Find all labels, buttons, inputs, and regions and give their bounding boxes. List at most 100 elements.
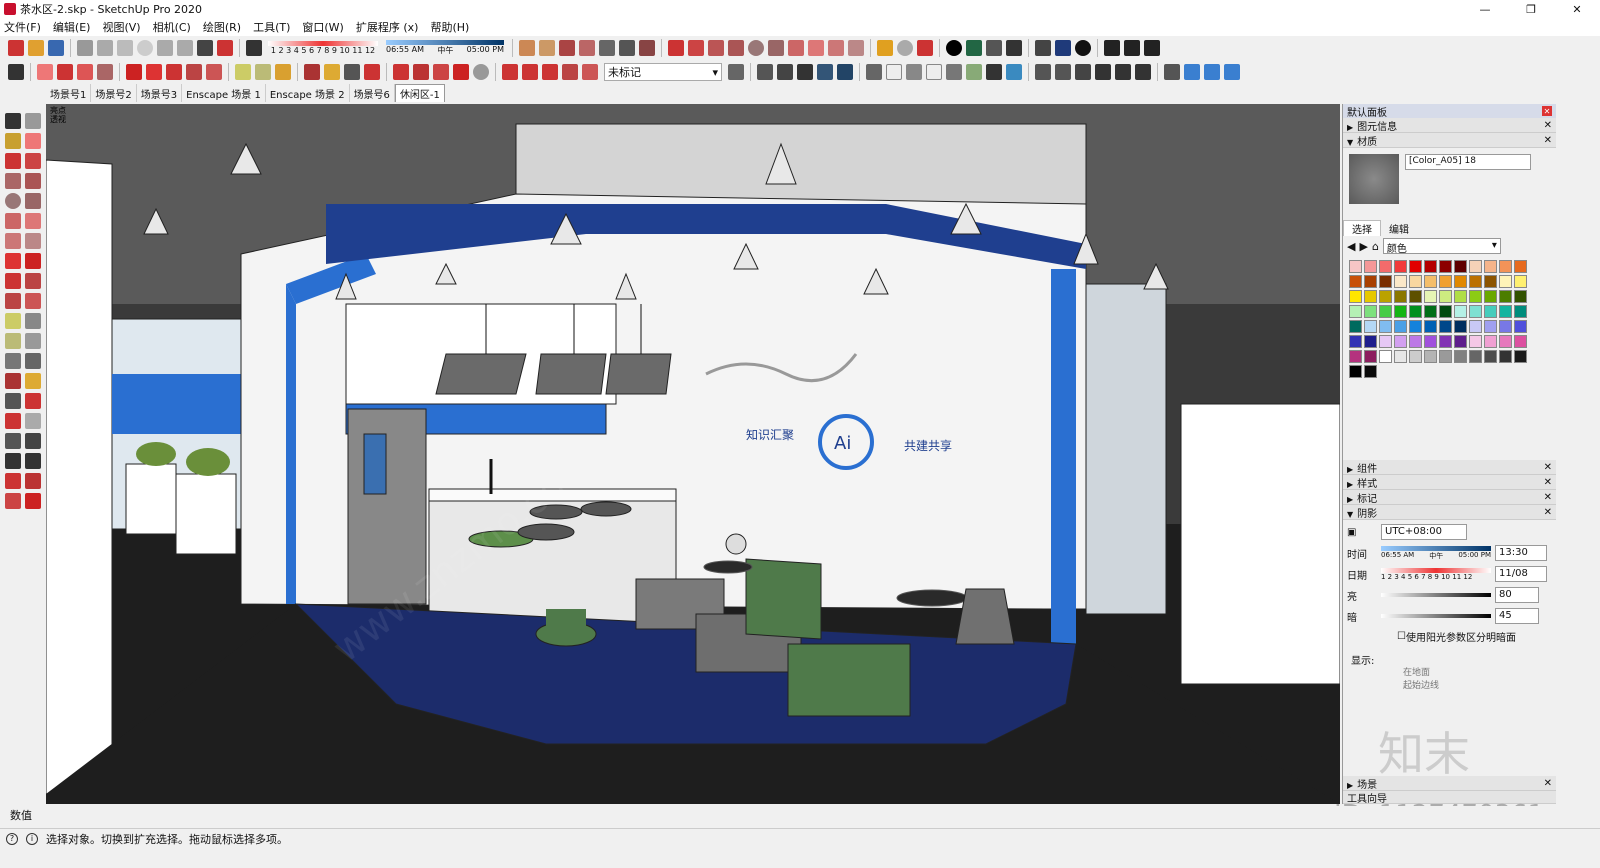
user-icon[interactable] [473, 64, 489, 80]
freehand-tool-icon[interactable] [25, 153, 41, 169]
shadow-toggle-icon[interactable]: ▣ [1347, 527, 1381, 538]
polygon-icon[interactable] [768, 40, 784, 56]
layers-icon[interactable] [728, 64, 744, 80]
select-icon[interactable] [8, 64, 24, 80]
color-swatch[interactable] [1469, 290, 1482, 303]
eraser-icon[interactable] [37, 64, 53, 80]
color-swatch[interactable] [1454, 260, 1467, 273]
sun-checkbox[interactable]: ☐ [1397, 631, 1406, 642]
light-field[interactable]: 80 [1495, 587, 1539, 603]
color-swatch[interactable] [1484, 320, 1497, 333]
zoom-left-tool-icon[interactable] [5, 393, 21, 409]
tab-select[interactable]: 选择 [1343, 220, 1381, 236]
front-view-icon[interactable] [599, 40, 615, 56]
color-swatch[interactable] [1469, 350, 1482, 363]
light-slider[interactable] [1381, 593, 1491, 597]
menu-edit[interactable]: 编辑(E) [53, 19, 91, 35]
tray-close-icon[interactable]: ✕ [1542, 106, 1552, 116]
plugin-model-icon[interactable] [1144, 40, 1160, 56]
model-info-icon[interactable] [217, 40, 233, 56]
menu-draw[interactable]: 绘图(R) [203, 19, 241, 35]
section-close-icon[interactable]: ✕ [1544, 135, 1552, 146]
menu-view[interactable]: 视图(V) [102, 19, 140, 35]
circle-tool-icon[interactable] [5, 193, 21, 209]
shape-tool-icon[interactable] [97, 64, 113, 80]
shadows-section[interactable]: ▼ 阴影 ✕ [1343, 505, 1556, 520]
color-swatch[interactable] [1364, 350, 1377, 363]
rotate-icon[interactable] [166, 64, 182, 80]
copy-icon[interactable] [97, 40, 113, 56]
color-swatch[interactable] [1424, 350, 1437, 363]
info-icon[interactable] [1075, 40, 1091, 56]
three-point-arc-icon[interactable] [828, 40, 844, 56]
push-pull-icon[interactable] [126, 64, 142, 80]
offset-left-tool-icon[interactable] [25, 293, 41, 309]
sandbox4-left-tool-icon[interactable] [25, 493, 41, 509]
color-swatch[interactable] [1499, 350, 1512, 363]
tape-measure-icon[interactable] [235, 64, 251, 80]
section-toggle-icon[interactable] [1164, 64, 1180, 80]
sandbox3-left-tool-icon[interactable] [5, 493, 21, 509]
menu-tools[interactable]: 工具(T) [253, 19, 290, 35]
shaded-textures-icon[interactable] [886, 64, 902, 80]
color-swatch[interactable] [1364, 305, 1377, 318]
sandbox2-left-tool-icon[interactable] [25, 473, 41, 489]
color-swatch[interactable] [1409, 260, 1422, 273]
follow-me-icon[interactable] [562, 64, 578, 80]
smoove-icon[interactable] [433, 64, 449, 80]
position-camera-left-tool-icon[interactable] [5, 433, 21, 449]
color-swatch[interactable] [1514, 290, 1527, 303]
menu-window[interactable]: 窗口(W) [302, 19, 343, 35]
color-swatch[interactable] [1484, 335, 1497, 348]
previous-view-left-tool-icon[interactable] [25, 413, 41, 429]
line-tool-icon[interactable] [5, 153, 21, 169]
tab-lounge-1[interactable]: 休闲区-1 [394, 84, 445, 102]
color-swatch[interactable] [1409, 320, 1422, 333]
shadow-toggle-icon[interactable] [246, 40, 262, 56]
face-style-4-icon[interactable] [966, 64, 982, 80]
sandbox-scratch-icon[interactable] [413, 64, 429, 80]
arc-tool-icon[interactable] [77, 64, 93, 80]
color-swatch[interactable] [1379, 305, 1392, 318]
components-section[interactable]: ▶ 组件 ✕ [1343, 460, 1556, 475]
color-swatch[interactable] [1349, 305, 1362, 318]
color-swatch[interactable] [1349, 320, 1362, 333]
iso-view-icon[interactable] [559, 40, 575, 56]
color-swatch[interactable] [1439, 275, 1452, 288]
rot-rect-tool-icon[interactable] [25, 173, 41, 189]
color-swatch[interactable] [1364, 290, 1377, 303]
make-component-icon[interactable] [25, 113, 41, 129]
offset-icon[interactable] [206, 64, 222, 80]
circle-icon[interactable] [748, 40, 764, 56]
enscape-settings-icon[interactable] [1224, 64, 1240, 80]
color-swatch[interactable] [1379, 350, 1392, 363]
tab-edit[interactable]: 编辑 [1381, 220, 1417, 236]
color-swatch[interactable] [1454, 305, 1467, 318]
line-icon[interactable] [57, 64, 73, 80]
shaded-icon[interactable] [837, 64, 853, 80]
color-swatch[interactable] [1439, 320, 1452, 333]
scale-left-tool-icon[interactable] [5, 293, 21, 309]
face-style-icon[interactable] [906, 64, 922, 80]
pan-left-tool-icon[interactable] [25, 373, 41, 389]
pan-icon[interactable] [324, 64, 340, 80]
color-swatch[interactable] [1439, 260, 1452, 273]
undo-icon[interactable] [157, 40, 173, 56]
move-left-tool-icon[interactable] [5, 253, 21, 269]
menu-help[interactable]: 帮助(H) [430, 19, 469, 35]
xray-icon[interactable] [757, 64, 773, 80]
refresh-icon[interactable] [897, 40, 913, 56]
color-swatch[interactable] [1394, 290, 1407, 303]
face-style-3-icon[interactable] [946, 64, 962, 80]
text-tool-icon[interactable] [255, 64, 271, 80]
color-swatch[interactable] [1439, 305, 1452, 318]
color-swatch[interactable] [1439, 290, 1452, 303]
menu-file[interactable]: 文件(F) [4, 19, 41, 35]
print-icon[interactable] [197, 40, 213, 56]
color-swatch[interactable] [1499, 275, 1512, 288]
zoom-icon[interactable] [344, 64, 360, 80]
arc3-left-tool-icon[interactable] [5, 233, 21, 249]
color-swatch[interactable] [1364, 275, 1377, 288]
section-close-icon[interactable]: ✕ [1544, 462, 1552, 473]
color-swatch[interactable] [1394, 350, 1407, 363]
